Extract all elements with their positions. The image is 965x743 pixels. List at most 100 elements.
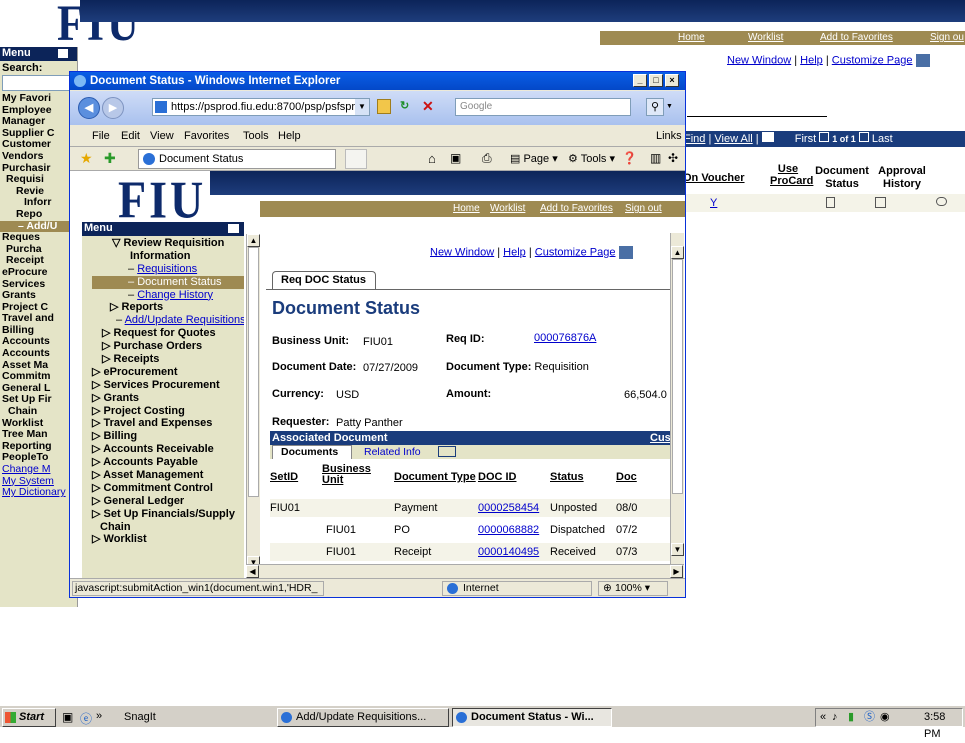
search-input[interactable] (2, 75, 72, 91)
menu-help[interactable]: Help (278, 130, 301, 142)
inner-menu-item[interactable]: ▷ Grants (92, 392, 244, 405)
inner-collapse-icon[interactable] (228, 224, 239, 233)
help-icon[interactable]: ❓ (622, 151, 637, 165)
menu-file[interactable]: File (92, 130, 110, 142)
tab-documents[interactable]: Documents (272, 445, 352, 459)
inner-menu-item[interactable]: ▷ Request for Quotes (92, 327, 244, 340)
inner-menu-item[interactable]: ▷ Set Up Financials/Supply (92, 508, 244, 521)
prev-icon[interactable] (819, 132, 830, 142)
document-icon[interactable] (826, 197, 835, 208)
inner-menu-item[interactable]: ▷ Purchase Orders (92, 340, 244, 353)
menu-view[interactable]: View (150, 130, 174, 142)
messenger-icon[interactable]: ✣ (668, 151, 678, 165)
inner-menu-item[interactable]: Chain (92, 521, 244, 534)
links-label[interactable]: Links (656, 130, 682, 142)
grid-cell[interactable]: 0000068882 (478, 524, 539, 536)
col-on-voucher[interactable]: On Voucher (683, 172, 745, 184)
taskbar-document-status[interactable]: Document Status - Wi... (452, 708, 612, 727)
inner-menu-item[interactable]: – Requisitions (92, 263, 244, 276)
menu-tools[interactable]: Tools (243, 130, 269, 142)
menu-favorites[interactable]: Favorites (184, 130, 229, 142)
inner-new-window-link[interactable]: New Window (430, 246, 494, 258)
background-menu-item[interactable]: Requisi (0, 174, 77, 186)
inner-nav-signout[interactable]: Sign out (625, 203, 662, 214)
grid-header-cell[interactable]: Document Type (394, 471, 476, 483)
background-menu-item[interactable]: Change M (0, 463, 77, 476)
inner-menu-item[interactable]: – Document Status (92, 275, 244, 289)
h-scroll-left[interactable]: ◀ (246, 565, 259, 578)
minimize-button[interactable]: _ (633, 74, 647, 87)
inner-menu-item[interactable]: ▷ eProcurement (92, 366, 244, 379)
stop-icon[interactable]: ✕ (422, 98, 438, 114)
collapse-icon[interactable] (58, 49, 68, 58)
inner-menu-item[interactable]: ▷ Accounts Payable (92, 456, 244, 469)
inner-menu-item[interactable]: – Add/Update Requisitions (92, 314, 244, 327)
close-button[interactable]: × (665, 74, 679, 87)
nav-add-favorites-link[interactable]: Add to Favorites (820, 32, 893, 43)
http-icon[interactable] (915, 54, 930, 67)
inner-nav-home[interactable]: Home (453, 203, 480, 214)
inner-nav-add-favorites[interactable]: Add to Favorites (540, 203, 613, 214)
inner-customize-link[interactable]: Customize Page (535, 246, 616, 258)
grid-header-cell[interactable]: DOC ID (478, 471, 517, 483)
inner-http-icon[interactable] (618, 246, 633, 259)
search-options-icon[interactable]: ▼ (666, 98, 676, 116)
last-label[interactable]: Last (872, 133, 893, 145)
inner-menu-item[interactable]: ▷ Accounts Receivable (92, 443, 244, 456)
taskbar-add-update-requisitions[interactable]: Add/Update Requisitions... (277, 708, 449, 727)
background-menu-item[interactable]: Grants (0, 289, 77, 302)
search-icon[interactable]: ⚲ (646, 98, 664, 116)
lock-icon[interactable] (377, 99, 391, 114)
favorites-star-icon[interactable]: ★ (80, 150, 93, 167)
background-menu-item[interactable]: My Dictionary (0, 487, 77, 499)
tray-app-icon[interactable]: ◉ (880, 709, 890, 726)
grid-icon[interactable] (761, 132, 774, 142)
inner-menu-item[interactable]: ▷ Commitment Control (92, 482, 244, 495)
background-menu-item[interactable]: Vendors (0, 150, 77, 163)
background-menu-item[interactable]: Chain (0, 405, 77, 418)
tab-document-status[interactable]: Document Status (138, 149, 336, 169)
inner-menu-item[interactable]: ▷ Worklist (92, 533, 244, 546)
menu-scroll-up[interactable]: ▲ (247, 234, 260, 247)
col-use-procard[interactable]: Use ProCard (770, 163, 813, 187)
view-all-link[interactable]: View All (714, 133, 752, 145)
grid-header-cell[interactable]: Doc (616, 471, 637, 483)
nav-worklist-link[interactable]: Worklist (748, 32, 783, 43)
home-icon[interactable]: ⌂ (428, 151, 436, 166)
add-favorite-icon[interactable]: ✚ (104, 150, 116, 167)
background-menu-item[interactable]: eProcure (0, 266, 77, 279)
show-all-columns-icon[interactable] (438, 446, 456, 457)
inner-menu-item[interactable]: ▷ Reports (92, 301, 244, 314)
inner-menu-item[interactable]: ▷ Billing (92, 430, 244, 443)
find-link[interactable]: Find (684, 133, 705, 145)
inner-menu-item[interactable]: ▷ Project Costing (92, 405, 244, 418)
help-link[interactable]: Help (800, 54, 823, 66)
refresh-icon[interactable]: ↻ (400, 99, 416, 114)
snagit-quicklaunch[interactable]: SnagIt (124, 711, 156, 723)
inner-menu-item[interactable]: Information (92, 250, 244, 263)
tab-related-info[interactable]: Related Info (364, 446, 421, 458)
first-label[interactable]: First (795, 133, 816, 145)
inner-menu-item[interactable]: ▽ Review Requisition (92, 237, 244, 250)
inner-menu-item[interactable]: ▷ Travel and Expenses (92, 417, 244, 430)
menu-scroll-thumb[interactable] (248, 247, 259, 497)
volume-icon[interactable]: ♪ (832, 709, 838, 726)
new-window-link[interactable]: New Window (727, 54, 791, 66)
background-menu-item[interactable]: Reques (0, 232, 77, 244)
zoom-control[interactable]: ⊕ 100% ▾ (598, 581, 668, 596)
inner-nav-worklist[interactable]: Worklist (490, 203, 525, 214)
horizontal-scrollbar[interactable]: ◀ ▶ (246, 564, 684, 578)
on-voucher-value[interactable]: Y (710, 197, 717, 209)
address-input[interactable]: https://psprod.fiu.edu:8700/psp/psfsprc … (152, 98, 370, 116)
maximize-button[interactable]: □ (649, 74, 663, 87)
inner-menu-item[interactable]: – Change History (92, 289, 244, 302)
grid-header-cell[interactable]: Status (550, 471, 584, 483)
page-menu[interactable]: ▤ Page ▾ (510, 152, 558, 165)
quicklaunch-more-icon[interactable]: » (96, 710, 102, 722)
req-id-link[interactable]: 000076876A (534, 332, 596, 344)
back-button[interactable]: ◀ (78, 97, 100, 119)
inner-menu-item[interactable]: ▷ Asset Management (92, 469, 244, 482)
inner-menu-item[interactable]: ▷ Services Procurement (92, 379, 244, 392)
grid-cell[interactable]: 0000140495 (478, 546, 539, 558)
menu-scrollbar[interactable]: ▲ ▼ (246, 234, 260, 570)
